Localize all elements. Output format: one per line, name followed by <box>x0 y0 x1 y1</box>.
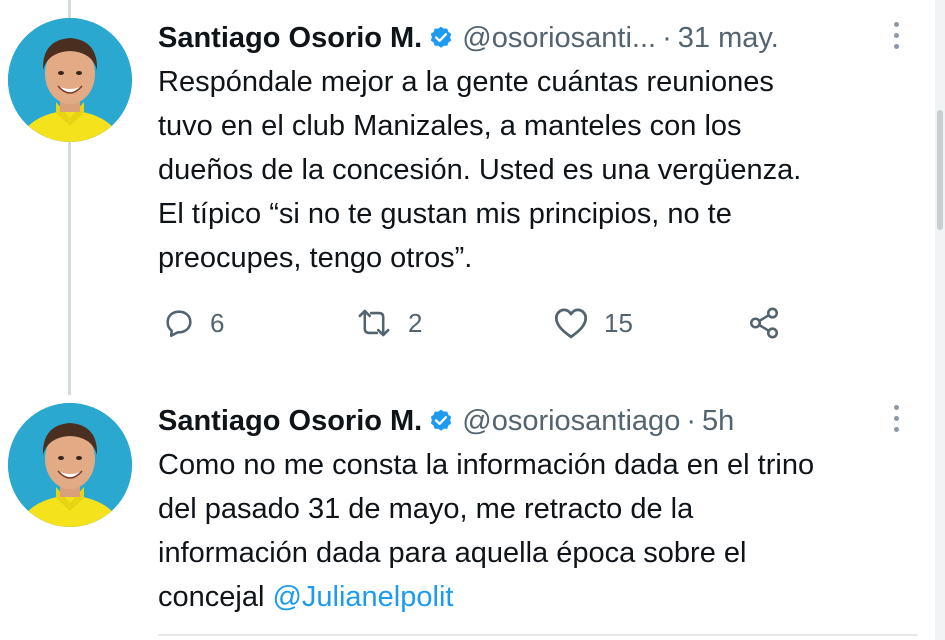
author-handle[interactable]: @osoriosanti... <box>462 22 656 54</box>
share-button[interactable] <box>746 306 782 340</box>
tweet-text-line: información dada para aquella época sobr… <box>158 537 747 569</box>
reply-count: 6 <box>210 307 225 338</box>
scrollbar-thumb[interactable] <box>937 110 943 230</box>
tweet-text-line: dueños de la concesión. Usted es una ver… <box>158 154 802 186</box>
tweet-header: Santiago Osorio M. @osoriosanti... · 31 may… <box>158 20 779 60</box>
verified-badge-icon <box>428 24 454 60</box>
retweet-button[interactable]: 2 <box>354 306 422 340</box>
separator-dot: · <box>662 22 672 54</box>
tweet-text-line: Como no me consta la información dada en… <box>158 449 815 481</box>
retweet-icon <box>354 306 394 340</box>
verified-badge-icon <box>428 407 454 443</box>
mention-link[interactable]: @Julianelpolit <box>272 581 453 613</box>
author-name[interactable]: Santiago Osorio M. <box>158 22 422 54</box>
retweet-count: 2 <box>408 307 423 338</box>
avatar[interactable] <box>8 403 132 527</box>
separator-dot: · <box>686 405 696 437</box>
scrollbar-track[interactable] <box>935 0 945 640</box>
tweet-text-line: preocupes, tengo otros”. <box>158 242 473 274</box>
tweet-text-line: Respóndale mejor a la gente cuántas reun… <box>158 66 774 98</box>
tweet-text-prefix: concejal <box>158 581 273 613</box>
reply-button[interactable]: 6 <box>162 306 224 340</box>
tweet-text-line: concejal @Julianelpolit <box>158 575 898 619</box>
tweet-text-line: del pasado 31 de mayo, me retracto de la <box>158 493 694 525</box>
tweet-1[interactable]: Santiago Osorio M. @osoriosanti... · 31 may… <box>0 0 935 395</box>
tweet-timestamp[interactable]: 5h <box>702 405 734 437</box>
tweet-header: Santiago Osorio M. @osoriosantiago · 5h <box>158 403 734 443</box>
heart-icon <box>552 306 590 340</box>
tweet-text: Como no me consta la información dada en… <box>158 443 898 619</box>
reply-icon <box>162 306 196 340</box>
avatar[interactable] <box>8 18 132 142</box>
like-count: 15 <box>604 307 633 338</box>
tweet-text-line: El típico “si no te gustan mis principio… <box>158 198 732 230</box>
tweet-2[interactable]: Santiago Osorio M. @osoriosantiago · 5h Com… <box>0 395 935 640</box>
share-icon <box>746 306 782 340</box>
like-button[interactable]: 15 <box>552 306 633 340</box>
tweet-timestamp[interactable]: 31 may. <box>678 22 779 54</box>
tweet-text-line: tuvo en el club Manizales, a manteles co… <box>158 110 742 142</box>
more-options-icon[interactable] <box>893 405 901 437</box>
divider <box>158 634 918 636</box>
author-name[interactable]: Santiago Osorio M. <box>158 405 422 437</box>
tweet-text: Respóndale mejor a la gente cuántas reun… <box>158 60 898 280</box>
more-options-icon[interactable] <box>893 22 901 54</box>
author-handle[interactable]: @osoriosantiago <box>462 405 680 437</box>
